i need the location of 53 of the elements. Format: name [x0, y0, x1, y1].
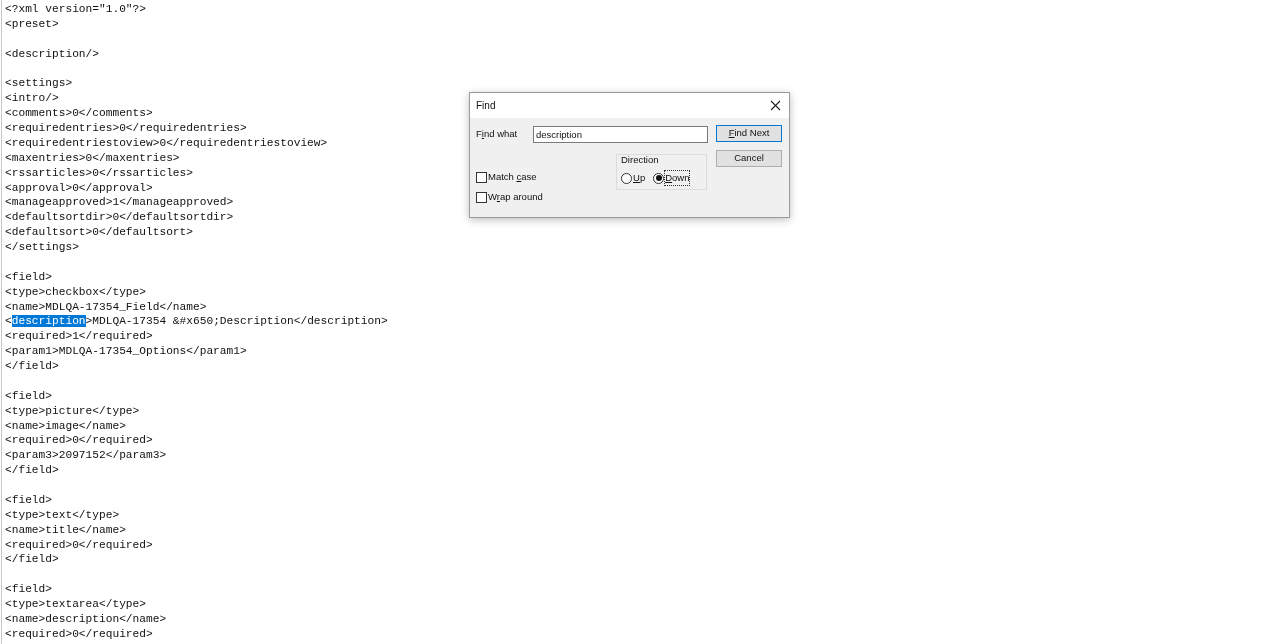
code-line: <?xml version="1.0"?> [5, 2, 146, 17]
code-line: </field> [5, 463, 59, 478]
close-icon[interactable] [770, 100, 781, 111]
code-line: </field> [5, 359, 59, 374]
code-line: <param1>MDLQA-17354_Options</param1> [5, 344, 247, 359]
code-line: <description/> [5, 46, 99, 62]
code-line: <field> [5, 492, 52, 508]
code-line: <comments>0</comments> [5, 106, 153, 121]
direction-label: Direction [621, 154, 660, 166]
code-line: <rssarticles>0</rssarticles> [5, 165, 193, 181]
code-line: <defaultsortdir>0</defaultsortdir> [5, 210, 234, 226]
code-line: <type>checkbox</type> [5, 284, 146, 300]
radio-button[interactable] [653, 172, 665, 184]
code-line: <required>0</required> [5, 433, 153, 449]
radio-label[interactable]: Up [633, 171, 646, 186]
cancel-button[interactable]: Cancel [716, 150, 782, 167]
code-line: <field> [5, 582, 52, 597]
code-line: <approval>0</approval> [5, 180, 153, 196]
checkbox-label[interactable]: Wrap around [488, 190, 543, 205]
code-line: <name>title</name> [5, 522, 126, 538]
code-line: <param3>2097152</param3> [5, 448, 167, 464]
search-match-highlight: description [11, 315, 86, 328]
code-line: <description>MDLQA-17354 &#x650;Description</description> [5, 314, 388, 330]
radio-button[interactable] [621, 172, 632, 184]
find-what-field[interactable]: description [533, 126, 708, 143]
code-line: <settings> [5, 76, 73, 92]
code-line: <intro/> [5, 91, 59, 107]
code-line: <manageapproved>1</manageapproved> [5, 195, 234, 211]
code-line: <required>1</required> [5, 329, 153, 345]
code-line: <preset> [5, 16, 59, 32]
code-line: <name>image</name> [5, 418, 126, 434]
code-line: <required>0</required> [5, 537, 153, 553]
checkbox[interactable] [476, 191, 487, 203]
checkbox-label[interactable]: Match case [488, 170, 537, 185]
code-line: </settings> [5, 240, 79, 255]
code-line: <defaultsort>0</defaultsort> [5, 225, 193, 240]
code-line: <required>0</required> [5, 626, 153, 642]
radio-label[interactable]: Down [665, 171, 690, 186]
find-next-button[interactable]: Find Next [716, 125, 782, 142]
find-what-label: Find what [476, 127, 519, 142]
code-line: <maxentries>0</maxentries> [5, 150, 180, 166]
code-line: <field> [5, 269, 52, 285]
code-line: <requiredentries>0</requiredentries> [5, 121, 247, 136]
code-line: <type>textarea</type> [5, 597, 146, 612]
code-line: <type>text</type> [5, 507, 120, 523]
code-line: <name>description</name> [5, 611, 167, 627]
code-line: <type>picture</type> [5, 403, 140, 419]
code-line: <field> [5, 388, 52, 404]
dialog-title: Find [476, 99, 496, 113]
checkbox[interactable] [476, 171, 487, 183]
code-line: <requiredentriestoview>0</requiredentriestoview> [5, 135, 328, 151]
code-line: <name>MDLQA-17354_Field</name> [5, 299, 207, 315]
code-line: </field> [5, 552, 59, 568]
